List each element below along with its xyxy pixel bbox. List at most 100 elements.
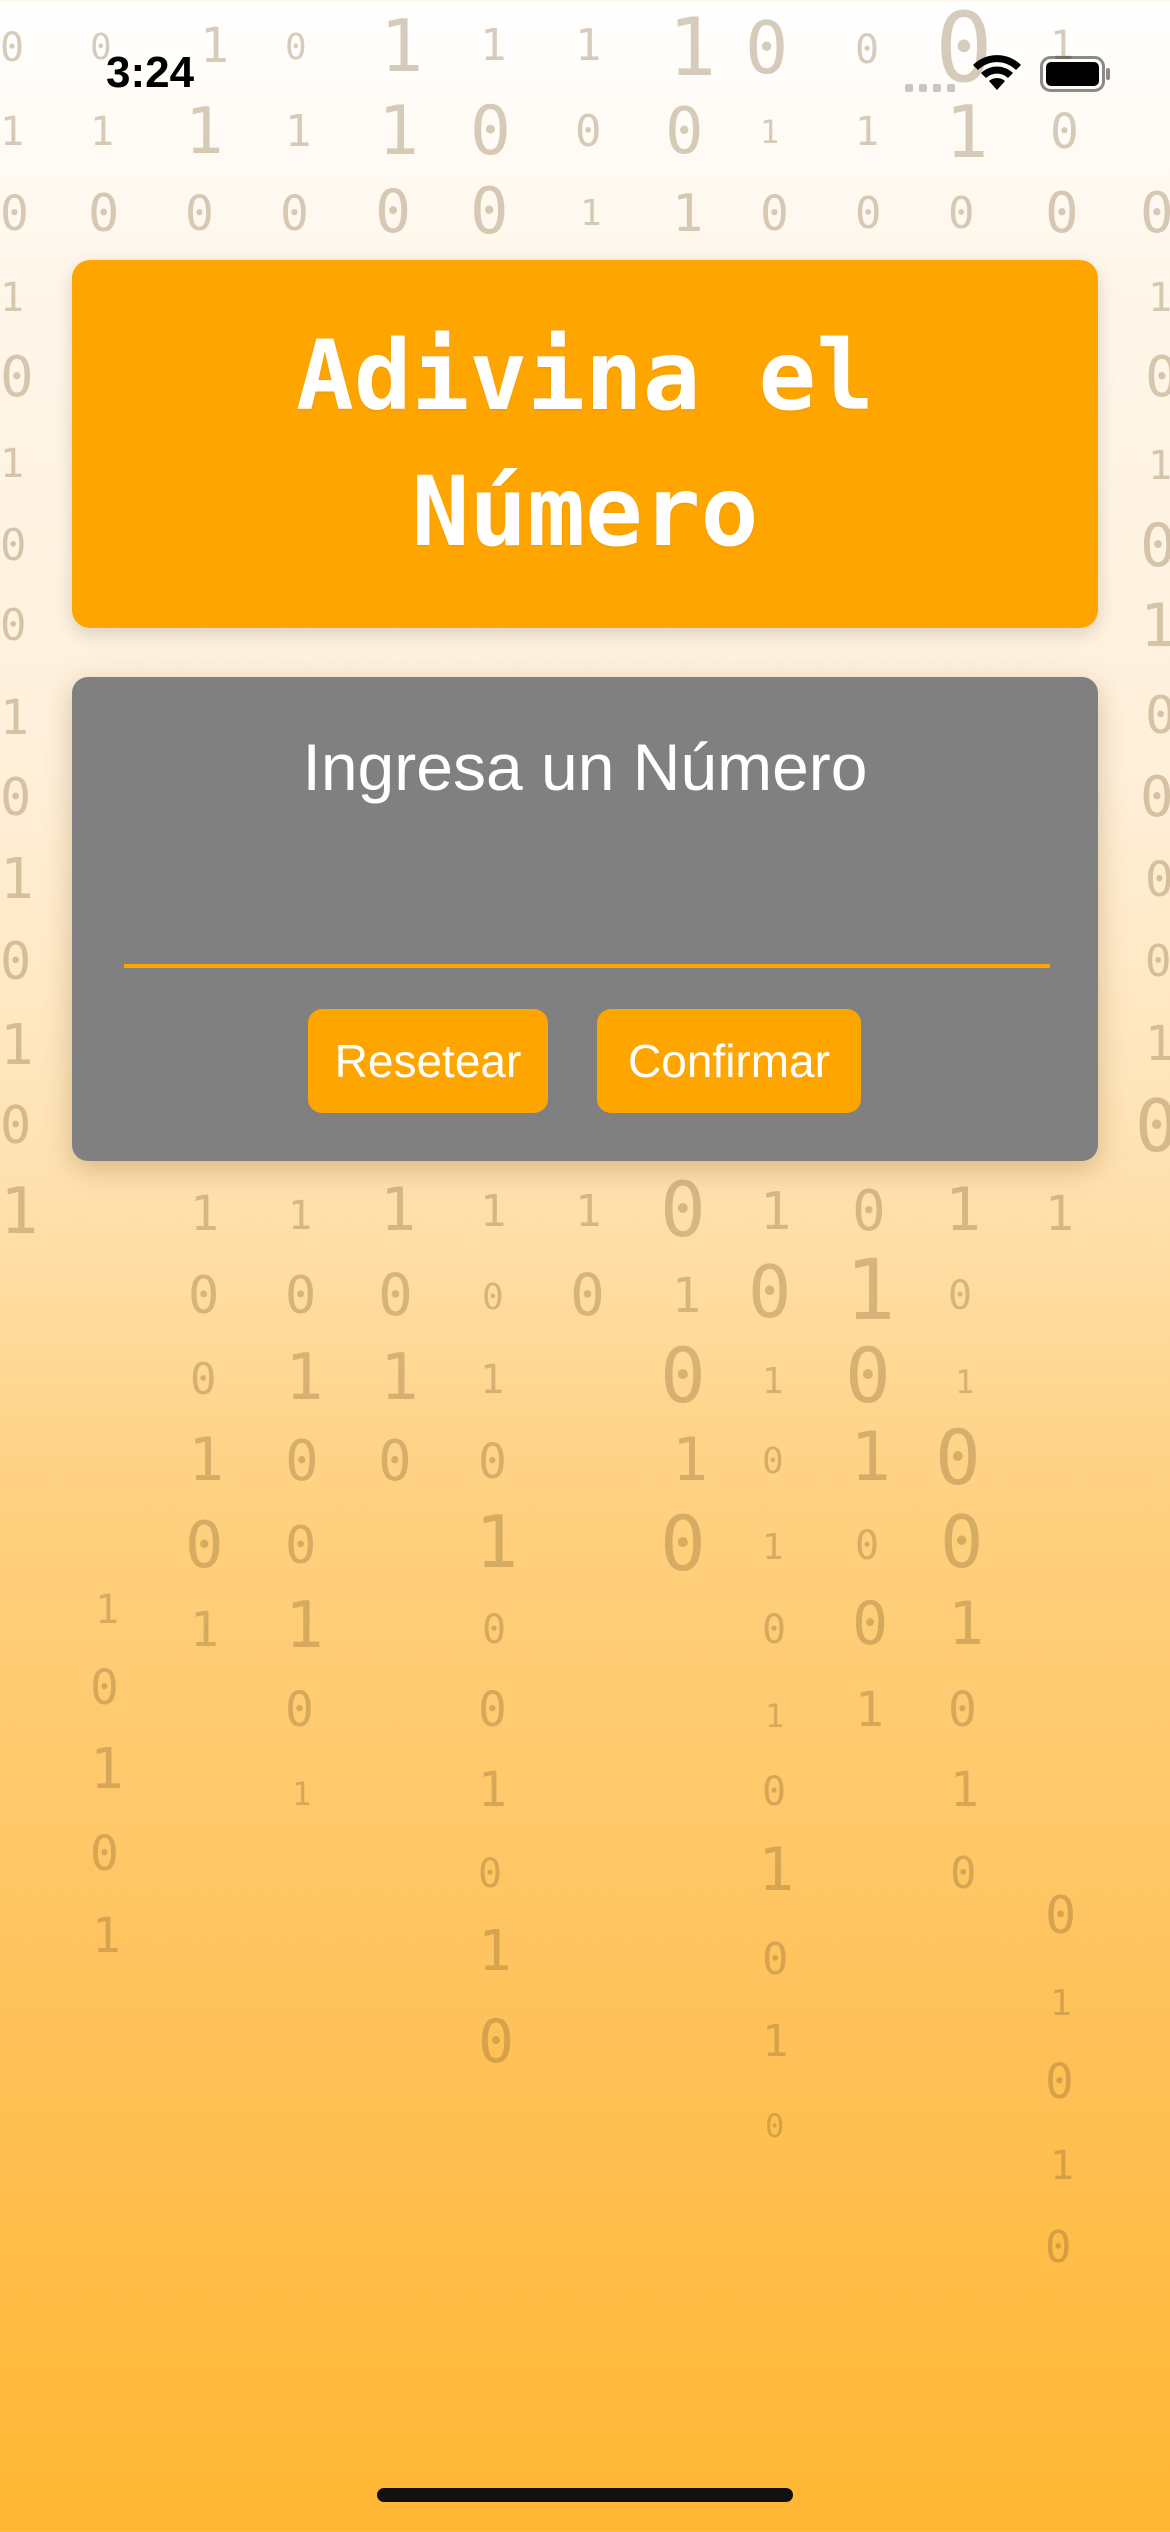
background-digit: 1: [1050, 2143, 1075, 2189]
background-digit: 1: [288, 1193, 313, 1239]
confirm-button[interactable]: Confirmar: [597, 1009, 861, 1113]
background-digit: 1: [758, 1835, 795, 1905]
background-digit: 1: [1148, 443, 1170, 489]
background-digit: 0: [1145, 852, 1170, 908]
background-digit: 0: [935, 1413, 981, 1502]
background-digit: 0: [762, 1607, 787, 1653]
background-digit: 1: [0, 1013, 34, 1078]
background-digit: 0: [760, 186, 789, 242]
background-digit: 0: [1045, 1886, 1077, 1946]
background-digit: 1: [955, 1363, 975, 1401]
background-digit: 1: [762, 1361, 784, 1402]
background-digit: 1: [380, 1341, 419, 1415]
number-input[interactable]: [124, 852, 1050, 968]
background-digit: 1: [285, 1589, 324, 1663]
background-digit: 0: [1145, 936, 1170, 987]
background-digit: 0: [852, 1179, 886, 1244]
background-digit: 0: [762, 1769, 787, 1815]
background-digit: 0: [0, 1096, 32, 1156]
background-digit: 1: [478, 1919, 512, 1984]
background-digit: 0: [478, 1434, 507, 1490]
background-digit: 1: [380, 1175, 417, 1245]
background-digit: 0: [375, 177, 412, 247]
background-digit: 0: [570, 1261, 605, 1329]
background-digit: 1: [855, 1682, 884, 1738]
background-digit: 0: [378, 1261, 413, 1329]
background-digit: 0: [285, 1516, 317, 1576]
background-digit: 1: [765, 1697, 785, 1735]
background-digit: 1: [762, 1527, 784, 1568]
background-digit: 0: [185, 1509, 224, 1583]
background-digit: 1: [0, 847, 34, 912]
background-digit: 0: [852, 1589, 889, 1659]
background-digit: 0: [948, 1273, 973, 1319]
status-bar: 3:24: [0, 0, 1170, 140]
battery-icon: [1040, 56, 1110, 92]
background-digit: 0: [188, 1266, 220, 1326]
background-digit: 0: [950, 1848, 977, 1899]
background-digit: 0: [285, 1266, 317, 1326]
background-digit: 0: [0, 520, 27, 571]
background-digit: 0: [1045, 2222, 1072, 2273]
background-digit: 0: [855, 1523, 880, 1569]
background-digit: 1: [90, 1737, 124, 1802]
background-digit: 0: [280, 186, 309, 242]
background-digit: 1: [845, 1241, 896, 1339]
background-digit: 1: [0, 690, 29, 746]
wifi-icon: [973, 55, 1021, 90]
background-digit: 0: [948, 188, 975, 239]
background-digit: 1: [672, 184, 704, 244]
background-digit: 1: [475, 1500, 519, 1584]
cellular-signal-icon: [905, 84, 955, 92]
background-digit: 0: [478, 1851, 503, 1897]
background-digit: 0: [948, 1682, 977, 1738]
reset-button[interactable]: Resetear: [308, 1009, 548, 1113]
title-card: Adivina el Número: [72, 260, 1098, 628]
background-digit: 0: [1145, 345, 1170, 410]
background-digit: 1: [672, 1425, 709, 1495]
background-digit: 1: [672, 1268, 701, 1324]
background-digit: 0: [1045, 181, 1079, 246]
background-digit: 1: [292, 1775, 312, 1813]
background-digit: 0: [1140, 511, 1170, 581]
background-digit: 0: [478, 2007, 515, 2077]
background-digit: 0: [660, 1331, 706, 1420]
background-digit: 0: [0, 345, 34, 410]
background-digit: 0: [845, 1331, 891, 1420]
background-digit: 0: [0, 186, 29, 242]
background-digit: 0: [1140, 765, 1170, 830]
background-digit: 1: [95, 1587, 120, 1633]
guess-input-card: Ingresa un Número Resetear Confirmar: [72, 677, 1098, 1161]
background-digit: 0: [0, 600, 27, 651]
status-time: 3:24: [106, 48, 195, 97]
background-digit: 1: [1045, 1186, 1074, 1242]
background-digit: 0: [190, 1354, 217, 1405]
background-digit: 1: [478, 1762, 507, 1818]
background-digit: 0: [285, 1429, 319, 1494]
background-digit: 0: [482, 1607, 507, 1653]
background-digit: 0: [88, 184, 120, 244]
background-digit: 1: [948, 1589, 985, 1659]
background-digit: 1: [1050, 1983, 1072, 2024]
background-digit: 1: [580, 193, 602, 234]
background-digit: 1: [945, 1175, 982, 1245]
background-digit: 0: [90, 1660, 119, 1716]
background-digit: 0: [748, 1250, 792, 1334]
background-digit: 0: [0, 932, 32, 992]
home-indicator: [377, 2488, 793, 2502]
background-digit: 1: [0, 275, 25, 321]
background-digit: 0: [762, 1441, 784, 1482]
background-digit: 1: [0, 1175, 39, 1249]
background-digit: 0: [1135, 1084, 1170, 1168]
background-digit: 0: [762, 1934, 789, 1985]
background-digit: 1: [92, 1908, 121, 1964]
background-digit: 0: [478, 1682, 507, 1738]
background-digit: 1: [1145, 1016, 1170, 1072]
background-digit: 0: [90, 1826, 119, 1882]
background-digit: 1: [188, 1425, 225, 1495]
background-digit: 1: [850, 1418, 891, 1497]
background-digit: 1: [760, 1182, 792, 1242]
background-digit: 0: [185, 186, 214, 242]
background-digit: 0: [1045, 2054, 1074, 2110]
background-digit: 0: [0, 768, 32, 828]
